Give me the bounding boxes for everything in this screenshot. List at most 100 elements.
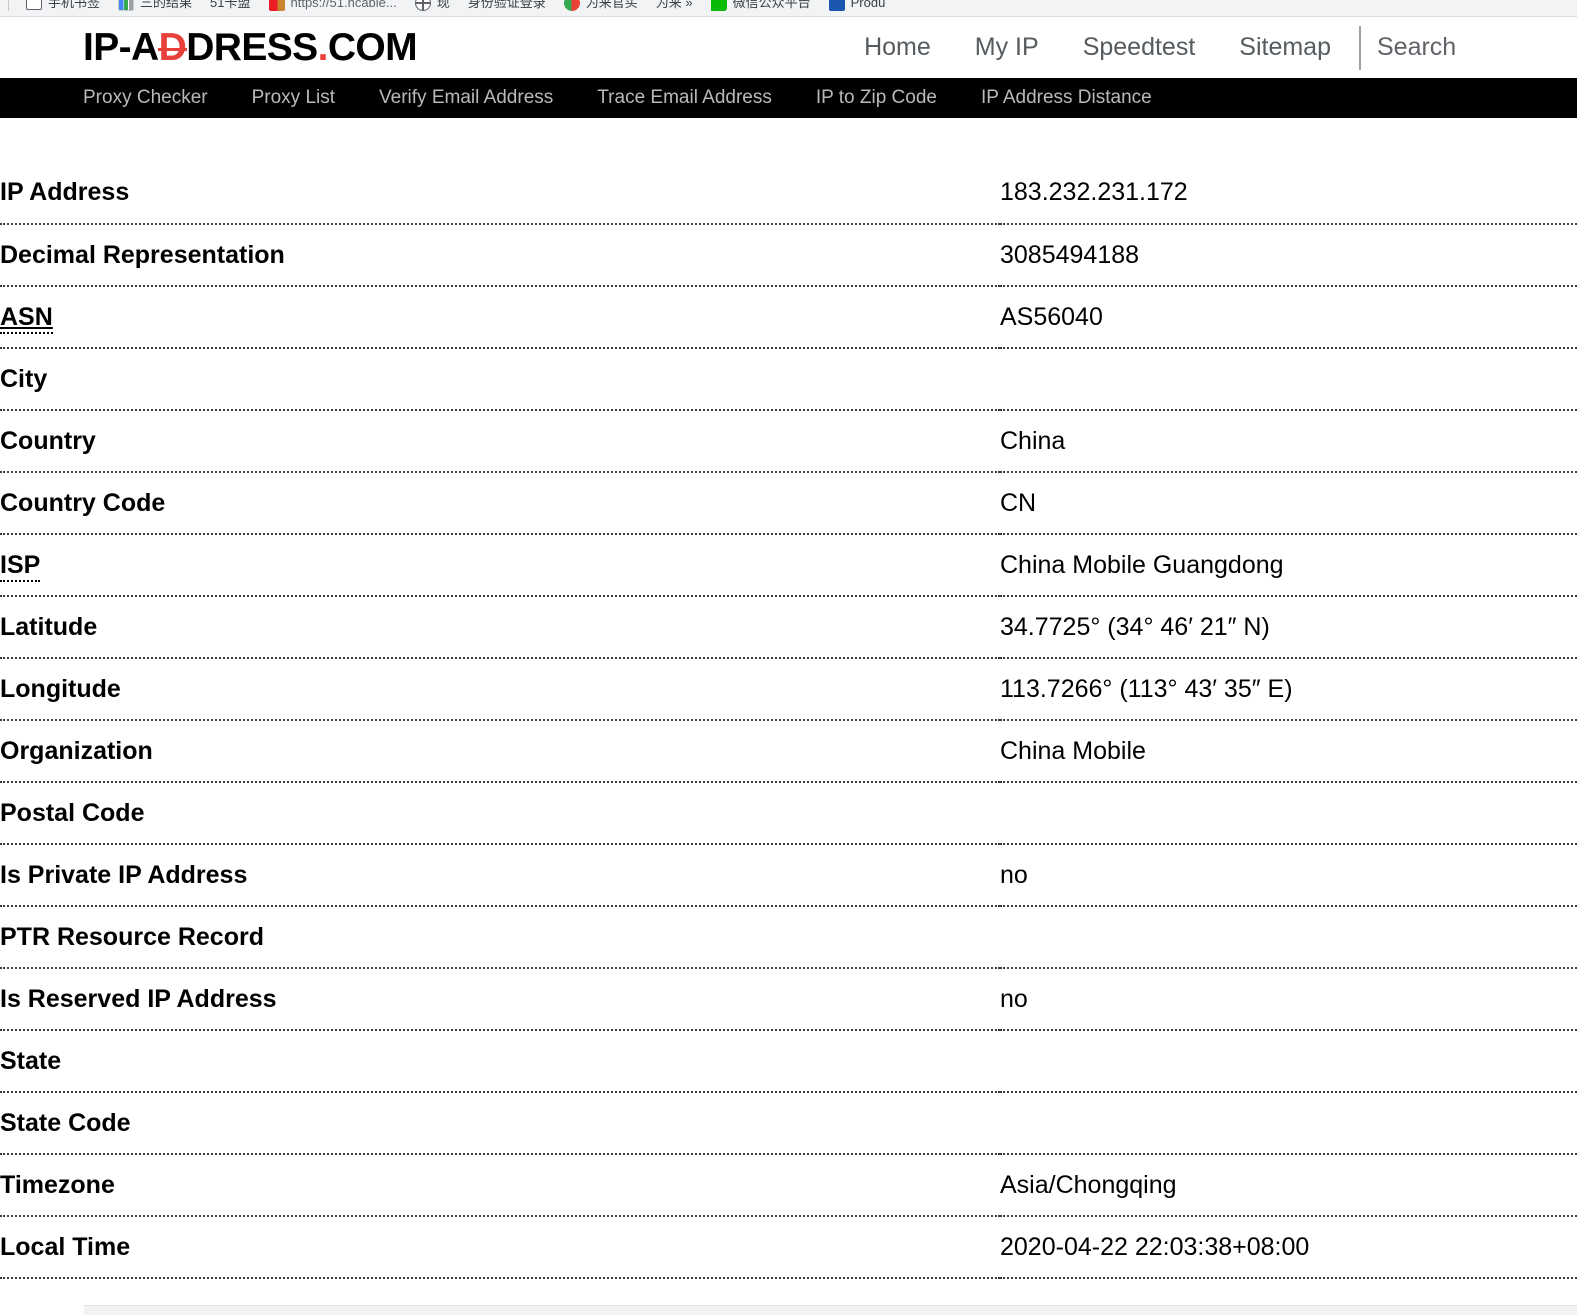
blue-icon: [828, 0, 845, 11]
row-key-cell: ISP: [0, 534, 1000, 597]
row-value-cell: no: [1000, 968, 1577, 1031]
bookmark-item[interactable]: 手机书签: [17, 0, 109, 16]
row-value-cell: [1000, 782, 1577, 845]
row-key-cell: PTR Resource Record: [0, 906, 1000, 969]
row-value-cell: CN: [1000, 472, 1577, 535]
dots-icon: [563, 0, 580, 11]
bookmark-label: https://51.hcable...: [290, 0, 397, 10]
row-value-cell: no: [1000, 844, 1577, 907]
row-key-cell: Longitude: [0, 658, 1000, 721]
bookmark-label: Produ: [850, 0, 886, 10]
primary-navigation: Home My IP Speedtest Sitemap: [842, 17, 1577, 78]
search-input[interactable]: [1377, 33, 1577, 62]
folder-icon: [26, 0, 42, 10]
bottom-panel: [84, 1305, 1577, 1315]
row-key-abbr[interactable]: ASN: [0, 302, 53, 334]
table-row: Timezone Asia/Chongqing: [0, 1154, 1577, 1217]
table-row: State: [0, 1030, 1577, 1093]
bookmark-label: 微信公众平台: [732, 0, 811, 10]
row-value-cell: 34.7725° (34° 46′ 21″ N): [1000, 596, 1577, 659]
row-key-cell: City: [0, 348, 1000, 411]
table-row: Organization China Mobile: [0, 720, 1577, 783]
row-value-cell: 3085494188: [1000, 224, 1577, 287]
row-value-cell: [1000, 1030, 1577, 1093]
row-value-cell: AS56040: [1000, 286, 1577, 349]
browser-bookmarks-bar: 手机书签 三的结果 51卡盟 https://51.hcable... 现 身份验证登录 为…: [0, 0, 1577, 17]
row-key-cell: State Code: [0, 1092, 1000, 1155]
bookmark-item[interactable]: https://51.hcable...: [260, 0, 406, 16]
ip-details-table: IP Address 183.232.231.172 Decimal Represe…: [0, 162, 1577, 1279]
bookmark-label: 为来官买: [585, 0, 638, 10]
subnav-item-ip-to-zip-code[interactable]: IP to Zip Code: [794, 78, 959, 118]
subnav-item-verify-email-address[interactable]: Verify Email Address: [357, 78, 575, 118]
bookmark-item[interactable]: 为来官买: [555, 0, 647, 16]
bookmark-separator: [8, 0, 9, 11]
nav-item-speedtest[interactable]: Speedtest: [1061, 17, 1218, 78]
row-key-cell: IP Address: [0, 162, 1000, 225]
bookmark-item[interactable]: 51卡盟: [201, 0, 259, 16]
row-value-cell: [1000, 906, 1577, 969]
bookmark-item[interactable]: 身份验证登录: [459, 0, 555, 16]
bookmark-label: 身份验证登录: [467, 0, 546, 10]
table-row: PTR Resource Record: [0, 906, 1577, 969]
logo-dot: .: [317, 26, 329, 69]
table-row: Postal Code: [0, 782, 1577, 845]
nav-item-my-ip[interactable]: My IP: [953, 17, 1061, 78]
table-row: ISP China Mobile Guangdong: [0, 534, 1577, 597]
bookmark-list: 手机书签 三的结果 51卡盟 https://51.hcable... 现 身份验证登录 为…: [0, 0, 895, 16]
row-key-cell: Decimal Representation: [0, 224, 1000, 287]
subnav-item-ip-address-distance[interactable]: IP Address Distance: [959, 78, 1174, 118]
nav-item-sitemap[interactable]: Sitemap: [1217, 17, 1353, 78]
bookmark-item[interactable]: 为来 »: [647, 0, 702, 16]
row-key-cell: Country: [0, 410, 1000, 473]
table-row: Is Private IP Address no: [0, 844, 1577, 907]
redorange-icon: [268, 0, 285, 11]
row-key-cell: Latitude: [0, 596, 1000, 659]
bookmark-label: 现: [436, 0, 450, 10]
logo-part1: IP-A: [83, 26, 159, 69]
row-value-cell: [1000, 1092, 1577, 1155]
row-key-cell: ASN: [0, 286, 1000, 349]
table-row: ASN AS56040: [0, 286, 1577, 349]
bookmark-item[interactable]: 微信公众平台: [702, 0, 820, 16]
search-box[interactable]: [1359, 25, 1577, 70]
logo-accent-letter: D: [157, 26, 187, 69]
row-key-cell: Timezone: [0, 1154, 1000, 1217]
table-row: IP Address 183.232.231.172: [0, 162, 1577, 225]
table-row: Is Reserved IP Address no: [0, 968, 1577, 1031]
row-key-cell: Organization: [0, 720, 1000, 783]
row-value-cell: [1000, 348, 1577, 411]
row-value-cell: China Mobile Guangdong: [1000, 534, 1577, 597]
bookmark-label: 手机书签: [48, 0, 101, 10]
site-logo[interactable]: IP-ADDRESS.COM: [83, 26, 418, 69]
chat-icon: [710, 0, 727, 11]
row-value-cell: China: [1000, 410, 1577, 473]
logo-part2: DRESS: [186, 26, 318, 69]
bookmark-item[interactable]: 三的结果: [109, 0, 201, 16]
table-row: Country Code CN: [0, 472, 1577, 535]
row-value-cell: China Mobile: [1000, 720, 1577, 783]
bars-icon: [118, 0, 135, 11]
table-row: Longitude 113.7266° (113° 43′ 35″ E): [0, 658, 1577, 721]
table-row: State Code: [0, 1092, 1577, 1155]
row-value-cell: Asia/Chongqing: [1000, 1154, 1577, 1217]
table-row: Latitude 34.7725° (34° 46′ 21″ N): [0, 596, 1577, 659]
bookmark-item[interactable]: Produ: [820, 0, 895, 16]
subnav-item-proxy-list[interactable]: Proxy List: [230, 78, 357, 118]
subnav-item-trace-email-address[interactable]: Trace Email Address: [575, 78, 794, 118]
row-key-cell: Local Time: [0, 1216, 1000, 1279]
row-key-cell: Is Reserved IP Address: [0, 968, 1000, 1031]
ip-details-body: IP Address 183.232.231.172 Decimal Represe…: [0, 162, 1577, 1279]
row-key-abbr: ISP: [0, 550, 41, 582]
bookmark-label: 51卡盟: [210, 0, 251, 10]
row-value-cell: 183.232.231.172: [1000, 162, 1577, 225]
secondary-navigation: Proxy Checker Proxy List Verify Email Ad…: [0, 78, 1577, 118]
globe-icon: [414, 0, 431, 11]
bookmark-item[interactable]: 现: [406, 0, 459, 16]
nav-item-home[interactable]: Home: [842, 17, 953, 78]
subnav-item-proxy-checker[interactable]: Proxy Checker: [83, 78, 230, 118]
table-row: Local Time 2020-04-22 22:03:38+08:00: [0, 1216, 1577, 1279]
table-row: Decimal Representation 3085494188: [0, 224, 1577, 287]
bookmark-label: 三的结果: [140, 0, 193, 10]
logo-part3: COM: [327, 26, 418, 69]
